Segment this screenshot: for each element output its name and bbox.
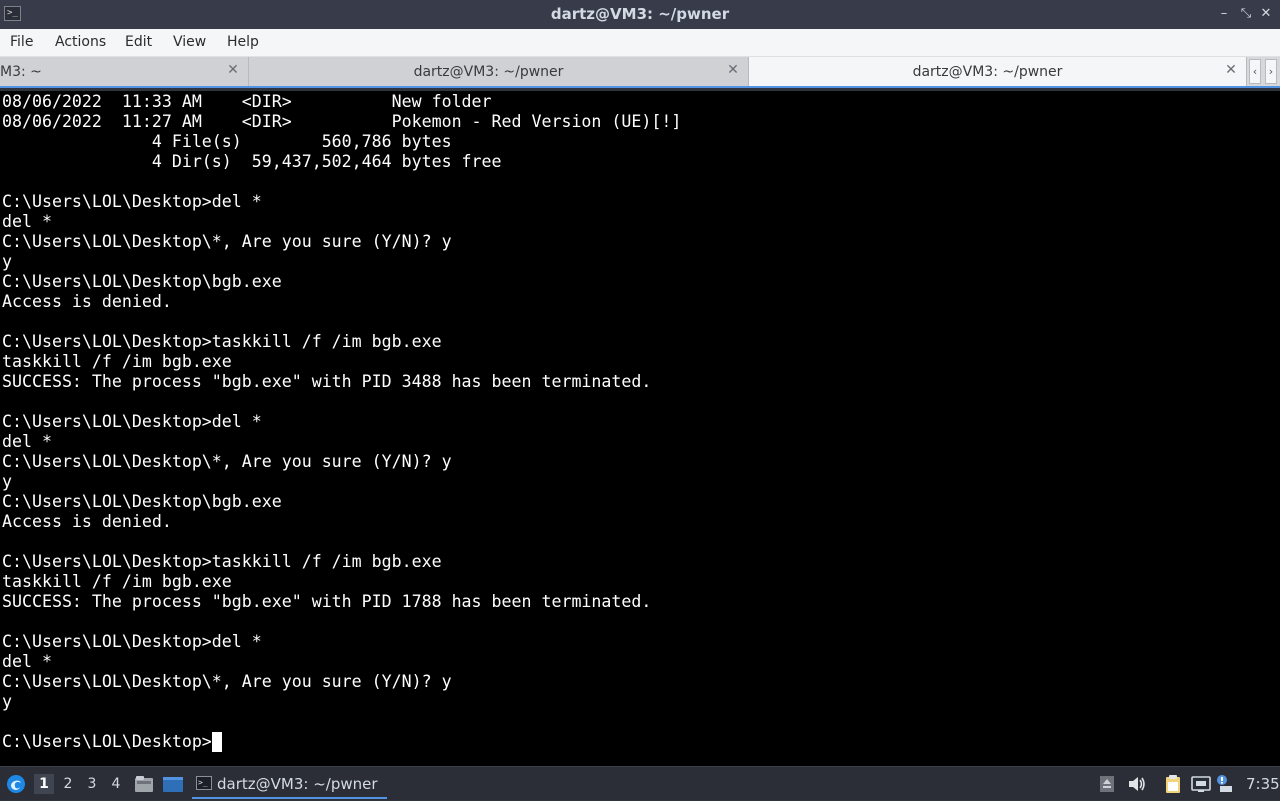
start-menu-icon[interactable] — [6, 774, 26, 794]
terminal-prompt-line: C:\Users\LOL\Desktop> — [2, 732, 212, 751]
terminal-line: del * — [2, 432, 52, 451]
terminal-line: del * — [2, 652, 52, 671]
terminal-line: SUCCESS: The process "bgb.exe" with PID … — [2, 592, 652, 611]
close-tab-icon[interactable]: ✕ — [726, 63, 740, 77]
workspace-4[interactable]: 4 — [106, 774, 126, 794]
tab-bar: M3: ~ ✕ dartz@VM3: ~/pwner ✕ dartz@VM3: … — [0, 57, 1280, 88]
terminal-line: y — [2, 692, 12, 711]
terminal-line: taskkill /f /im bgb.exe — [2, 352, 232, 371]
close-window-button[interactable]: ✕ — [1258, 6, 1274, 22]
workspace-3[interactable]: 3 — [82, 774, 102, 794]
terminal-line: 4 Dir(s) 59,437,502,464 bytes free — [2, 152, 502, 171]
terminal-line: C:\Users\LOL\Desktop\bgb.exe — [2, 492, 282, 511]
menu-bar: File Actions Edit View Help — [0, 29, 1280, 57]
terminal-line: C:\Users\LOL\Desktop>del * — [2, 192, 262, 211]
terminal-line: C:\Users\LOL\Desktop\*, Are you sure (Y/… — [2, 452, 452, 471]
terminal-line: 08/06/2022 11:27 AM <DIR> Pokemon - Red … — [2, 112, 682, 131]
close-tab-icon[interactable]: ✕ — [1224, 63, 1238, 77]
terminal-line: taskkill /f /im bgb.exe — [2, 572, 232, 591]
terminal-line: C:\Users\LOL\Desktop>del * — [2, 632, 262, 651]
tab-label: M3: ~ — [0, 64, 42, 80]
workspace-2[interactable]: 2 — [58, 774, 78, 794]
taskbar-window-button[interactable]: >_ dartz@VM3: ~/pwner — [192, 770, 387, 799]
terminal-line: C:\Users\LOL\Desktop>del * — [2, 412, 262, 431]
terminal-cursor — [212, 732, 222, 752]
menu-actions[interactable]: Actions — [55, 29, 106, 57]
network-icon[interactable] — [1191, 775, 1211, 793]
tab-3-active[interactable]: dartz@VM3: ~/pwner ✕ — [749, 57, 1247, 86]
terminal-line: y — [2, 252, 12, 271]
terminal-line: y — [2, 472, 12, 491]
menu-edit[interactable]: Edit — [125, 29, 152, 57]
file-manager-icon[interactable] — [134, 775, 154, 793]
terminal-line: SUCCESS: The process "bgb.exe" with PID … — [2, 372, 652, 391]
window-title: dartz@VM3: ~/pwner — [550, 5, 730, 23]
tab-scroll-right-icon[interactable]: › — [1265, 59, 1277, 84]
terminal-line: Access is denied. — [2, 512, 172, 531]
taskbar-window-label: dartz@VM3: ~/pwner — [217, 775, 378, 793]
clipboard-icon[interactable] — [1163, 774, 1183, 794]
minimize-button[interactable]: – — [1216, 6, 1232, 22]
tab-2[interactable]: dartz@VM3: ~/pwner ✕ — [249, 57, 749, 86]
clock[interactable]: 7:35 — [1246, 767, 1280, 801]
terminal-line: 08/06/2022 11:33 AM <DIR> New folder — [2, 92, 492, 111]
terminal-line: C:\Users\LOL\Desktop\*, Are you sure (Y/… — [2, 232, 452, 251]
workspace-1[interactable]: 1 — [34, 774, 54, 794]
terminal-line: C:\Users\LOL\Desktop\bgb.exe — [2, 272, 282, 291]
terminal-line: C:\Users\LOL\Desktop>taskkill /f /im bgb… — [2, 332, 442, 351]
menu-help[interactable]: Help — [227, 29, 259, 57]
menu-file[interactable]: File — [10, 29, 33, 57]
tab-1[interactable]: M3: ~ ✕ — [0, 57, 249, 86]
volume-icon[interactable] — [1127, 775, 1147, 793]
terminal-line: Access is denied. — [2, 292, 172, 311]
taskbar: 1 2 3 4 >_ dartz@VM3: ~/pwner 7:35 — [0, 766, 1280, 800]
terminal-line: C:\Users\LOL\Desktop\*, Are you sure (Y/… — [2, 672, 452, 691]
eject-icon[interactable] — [1099, 775, 1115, 793]
terminal-line: 4 File(s) 560,786 bytes — [2, 132, 452, 151]
menu-view[interactable]: View — [173, 29, 206, 57]
maximize-button[interactable]: ⤡ — [1238, 6, 1254, 22]
tab-label: dartz@VM3: ~/pwner — [912, 64, 1063, 80]
terminal-line: C:\Users\LOL\Desktop>taskkill /f /im bgb… — [2, 552, 442, 571]
close-tab-icon[interactable]: ✕ — [226, 63, 240, 77]
tab-scroll-left-icon[interactable]: ‹ — [1249, 59, 1261, 84]
tab-label: dartz@VM3: ~/pwner — [413, 64, 564, 80]
terminal-line: del * — [2, 212, 52, 231]
show-desktop-icon[interactable] — [162, 776, 184, 793]
update-notifier-icon[interactable] — [1216, 774, 1234, 794]
terminal-icon: >_ — [196, 776, 212, 790]
terminal-area[interactable]: 08/06/2022 11:33 AM <DIR> New folder 08/… — [0, 91, 1280, 766]
window-titlebar[interactable]: >_ dartz@VM3: ~/pwner – ⤡ ✕ — [0, 0, 1280, 29]
